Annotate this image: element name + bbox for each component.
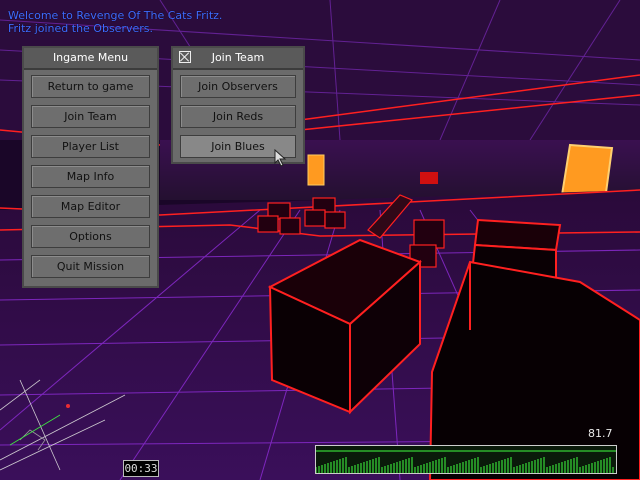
chat-log: Welcome to Revenge Of The Cats Fritz. Fr… — [8, 9, 222, 35]
options-button[interactable]: Options — [31, 225, 150, 248]
join-observers-button[interactable]: Join Observers — [180, 75, 296, 98]
player-list-button[interactable]: Player List — [31, 135, 150, 158]
join-team-title-bar: Join Team — [173, 48, 303, 70]
return-to-game-button[interactable]: Return to game — [31, 75, 150, 98]
fps-counter: 81.7 — [588, 427, 613, 440]
ingame-menu-panel: Ingame Menu Return to game Join Team Pla… — [22, 46, 159, 288]
map-info-button[interactable]: Map Info — [31, 165, 150, 188]
join-team-panel: Join Team Join Observers Join Reds Join … — [171, 46, 305, 164]
close-icon[interactable] — [179, 51, 191, 63]
mouse-cursor-icon — [274, 149, 287, 167]
mission-timer: 00:33 — [123, 460, 159, 477]
wall-light-left — [307, 154, 325, 186]
quit-mission-button[interactable]: Quit Mission — [31, 255, 150, 278]
join-team-button[interactable]: Join Team — [31, 105, 150, 128]
ingame-menu-title: Ingame Menu — [24, 48, 157, 70]
join-reds-button[interactable]: Join Reds — [180, 105, 296, 128]
chat-message: Fritz joined the Observers. — [8, 22, 153, 35]
join-team-title: Join Team — [211, 51, 265, 64]
red-sign — [420, 172, 438, 184]
map-editor-button[interactable]: Map Editor — [31, 195, 150, 218]
chat-message: Welcome to Revenge Of The Cats Fritz. — [8, 9, 223, 22]
performance-graph — [315, 445, 617, 474]
